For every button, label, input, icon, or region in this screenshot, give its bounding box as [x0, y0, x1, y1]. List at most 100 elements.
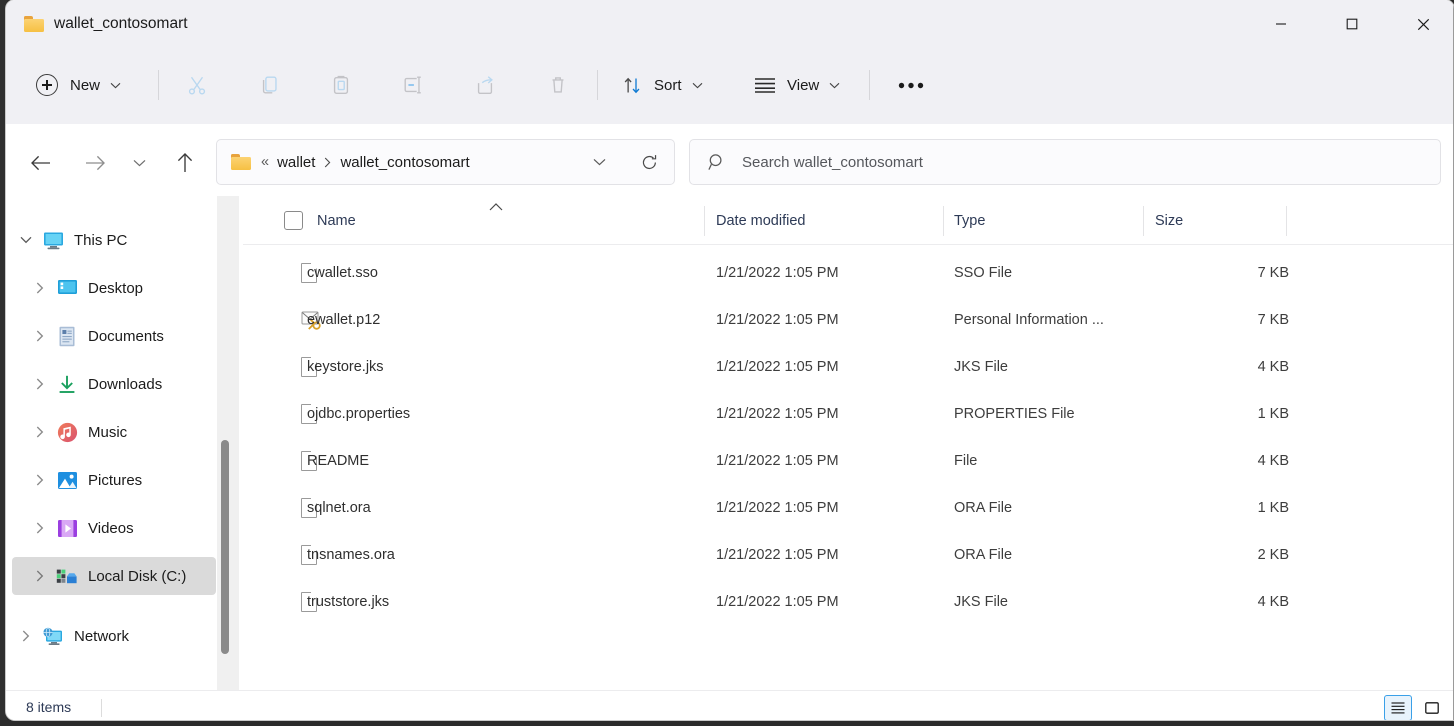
refresh-icon[interactable] [633, 140, 666, 184]
breadcrumb-overflow[interactable]: « [261, 154, 268, 170]
chevron-down-icon[interactable] [12, 236, 40, 244]
sort-button[interactable]: Sort [614, 64, 711, 106]
breadcrumb-item-current[interactable]: wallet_contosomart [340, 154, 469, 171]
breadcrumb-separator[interactable] [315, 157, 340, 168]
close-button[interactable] [1400, 8, 1446, 40]
file-size: 1 KB [1258, 500, 1289, 516]
sidebar-item-label: Documents [88, 328, 164, 345]
share-button[interactable] [464, 64, 506, 106]
column-header-size[interactable]: Size [1155, 196, 1183, 245]
select-all-checkbox[interactable] [284, 211, 303, 230]
table-row[interactable]: README 1/21/2022 1:05 PM File 4 KB [243, 437, 1454, 484]
recent-locations-button[interactable] [126, 144, 152, 182]
sort-ascending-icon [488, 199, 504, 217]
breadcrumb-item-wallet[interactable]: wallet [277, 154, 315, 171]
column-divider[interactable] [1286, 206, 1287, 236]
file-name: keystore.jks [307, 359, 384, 375]
sidebar-item-this-pc[interactable]: This PC [12, 221, 216, 259]
copy-button[interactable] [249, 64, 291, 106]
search-input[interactable]: Search wallet_contosomart [689, 139, 1441, 185]
column-header-date-modified[interactable]: Date modified [716, 196, 805, 245]
table-row[interactable]: truststore.jks 1/21/2022 1:05 PM JKS Fil… [243, 578, 1454, 625]
chevron-right-icon[interactable] [26, 570, 54, 582]
cut-button[interactable] [176, 64, 218, 106]
view-icon [754, 77, 776, 93]
scrollbar-thumb[interactable] [221, 440, 229, 654]
navigation-pane: This PC Desktop [6, 196, 216, 690]
network-icon [40, 627, 66, 646]
file-type: JKS File [954, 594, 1008, 610]
sidebar-item-music[interactable]: Music [12, 413, 216, 451]
file-name: cwallet.sso [307, 265, 378, 281]
large-icons-view-button[interactable] [1418, 695, 1446, 720]
folder-icon [24, 16, 44, 32]
file-type: Personal Information ... [954, 312, 1104, 328]
sidebar-item-pictures[interactable]: Pictures [12, 461, 216, 499]
column-header-label: Size [1155, 213, 1183, 229]
downloads-icon [54, 374, 80, 394]
table-row[interactable]: sqlnet.ora 1/21/2022 1:05 PM ORA File 1 … [243, 484, 1454, 531]
column-header-label: Type [954, 213, 985, 229]
pictures-icon [54, 471, 80, 490]
delete-button[interactable] [537, 64, 579, 106]
monitor-icon [40, 231, 66, 250]
chevron-right-icon[interactable] [26, 426, 54, 438]
chevron-down-icon[interactable] [585, 140, 614, 184]
column-header-type[interactable]: Type [954, 196, 985, 245]
column-divider[interactable] [704, 206, 705, 236]
table-row[interactable]: keystore.jks 1/21/2022 1:05 PM JKS File … [243, 343, 1454, 390]
view-button-label: View [787, 77, 819, 94]
table-row[interactable]: ojdbc.properties 1/21/2022 1:05 PM PROPE… [243, 390, 1454, 437]
details-view-button[interactable] [1384, 695, 1412, 720]
table-row[interactable]: ewallet.p12 1/21/2022 1:05 PM Personal I… [243, 296, 1454, 343]
file-date-modified: 1/21/2022 1:05 PM [716, 500, 839, 516]
file-type: File [954, 453, 977, 469]
maximize-button[interactable] [1329, 8, 1375, 40]
file-type: PROPERTIES File [954, 406, 1075, 422]
up-button[interactable] [166, 144, 204, 182]
chevron-right-icon[interactable] [26, 330, 54, 342]
chevron-right-icon[interactable] [26, 282, 54, 294]
file-size: 1 KB [1258, 406, 1289, 422]
sidebar-item-desktop[interactable]: Desktop [12, 269, 216, 307]
forward-button[interactable] [76, 144, 114, 182]
back-button[interactable] [22, 144, 60, 182]
music-icon [54, 422, 80, 443]
chevron-right-icon[interactable] [12, 630, 40, 642]
file-date-modified: 1/21/2022 1:05 PM [716, 312, 839, 328]
sidebar-item-local-disk-c[interactable]: Local Disk (C:) [12, 557, 216, 595]
table-row[interactable]: cwallet.sso 1/21/2022 1:05 PM SSO File 7… [243, 249, 1454, 296]
chevron-right-icon[interactable] [26, 378, 54, 390]
content-area: This PC Desktop [6, 196, 1454, 690]
address-bar[interactable]: « wallet wallet_contosomart [216, 139, 675, 185]
sidebar-item-label: This PC [74, 232, 127, 249]
column-header-name[interactable]: Name [317, 196, 356, 245]
minimize-button[interactable] [1258, 8, 1304, 40]
sort-icon [622, 75, 643, 96]
column-divider[interactable] [1143, 206, 1144, 236]
chevron-right-icon[interactable] [26, 474, 54, 486]
file-type: ORA File [954, 500, 1012, 516]
view-button[interactable]: View [746, 64, 848, 106]
sidebar-item-documents[interactable]: Documents [12, 317, 216, 355]
paste-button[interactable] [320, 64, 362, 106]
sidebar-item-label: Network [74, 628, 129, 645]
sidebar-item-label: Local Disk (C:) [88, 568, 186, 585]
window-tab[interactable]: wallet_contosomart [16, 4, 202, 44]
rename-button[interactable] [392, 64, 434, 106]
column-divider[interactable] [943, 206, 944, 236]
sidebar-item-label: Music [88, 424, 127, 441]
sidebar-item-videos[interactable]: Videos [12, 509, 216, 547]
chevron-right-icon[interactable] [26, 522, 54, 534]
toolbar-separator [597, 70, 598, 100]
see-more-button[interactable] [887, 64, 935, 106]
new-button[interactable]: New [28, 64, 129, 106]
command-bar: New [6, 48, 1454, 124]
file-size: 4 KB [1258, 594, 1289, 610]
sidebar-item-downloads[interactable]: Downloads [12, 365, 216, 403]
table-row[interactable]: tnsnames.ora 1/21/2022 1:05 PM ORA File … [243, 531, 1454, 578]
file-date-modified: 1/21/2022 1:05 PM [716, 547, 839, 563]
file-date-modified: 1/21/2022 1:05 PM [716, 406, 839, 422]
sidebar-item-network[interactable]: Network [12, 617, 216, 655]
file-date-modified: 1/21/2022 1:05 PM [716, 265, 839, 281]
